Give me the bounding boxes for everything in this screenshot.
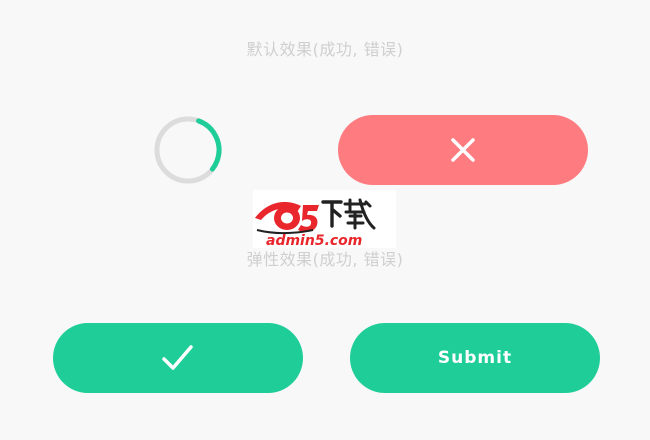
spinner-progress-arc	[154, 116, 222, 184]
success-button[interactable]	[53, 323, 303, 393]
default-effect-title: 默认效果(成功, 错误)	[246, 40, 404, 59]
loading-spinner	[154, 116, 222, 184]
error-button[interactable]	[338, 115, 588, 185]
watermark-logo: admin5.com	[253, 190, 396, 249]
checkmark-icon	[162, 345, 193, 370]
elastic-effect-title: 弹性效果(成功, 错误)	[246, 250, 404, 269]
submit-button[interactable]: Submit	[350, 323, 600, 393]
close-icon	[451, 138, 475, 162]
